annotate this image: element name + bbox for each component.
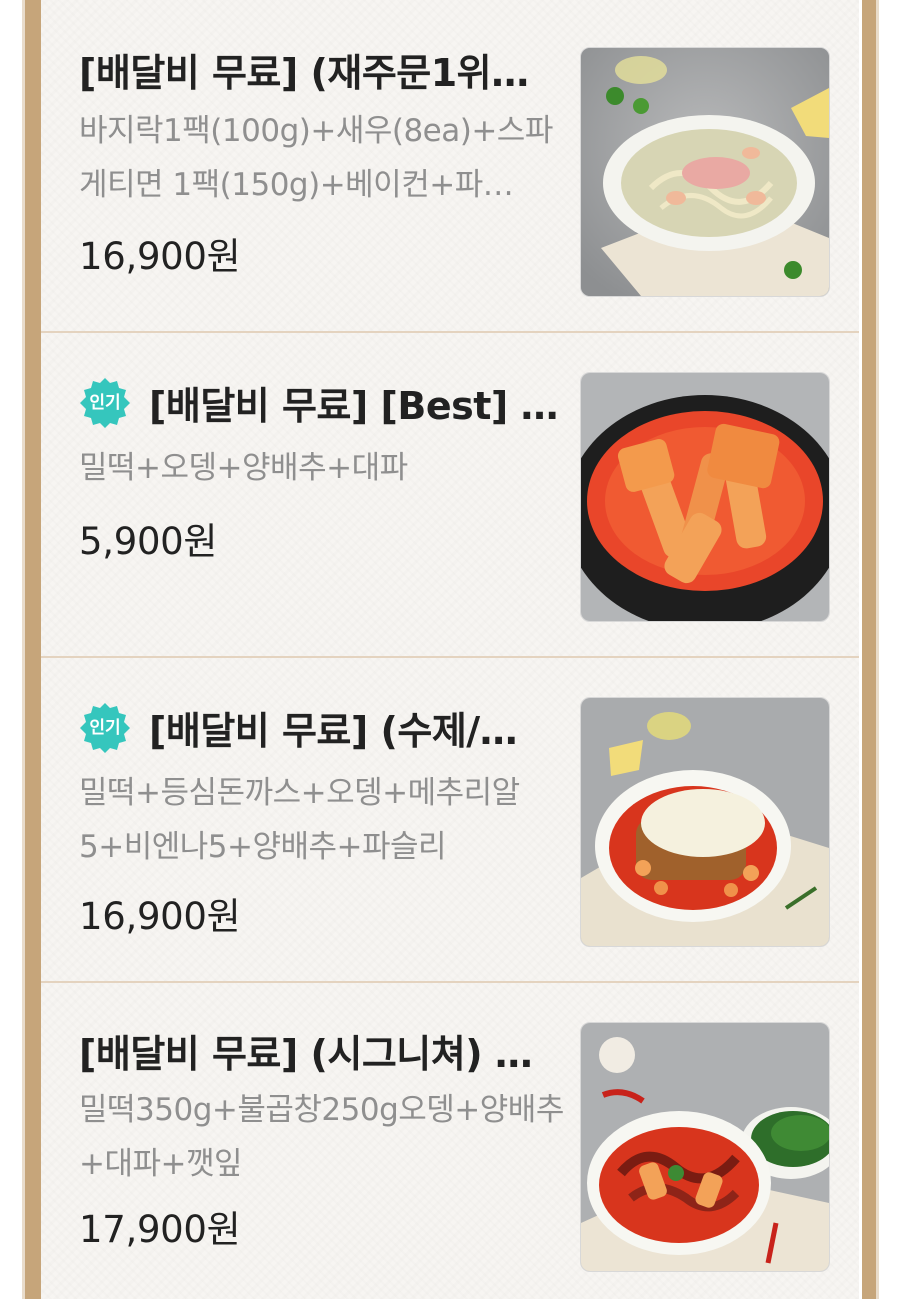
gopchang-tteokbokki-image[interactable] [580, 1022, 830, 1272]
menu-item-title: [배달비 무료] (재주문1위… [79, 51, 529, 95]
left-frame-border [22, 0, 41, 1299]
menu-item-description: 밀떡350g+불곱창250g오뎅+양배추+대파+깻잎 [79, 1092, 564, 1182]
cheese-cutlet-tteokbokki-image[interactable] [580, 697, 830, 947]
menu-item[interactable]: 인기 [배달비 무료] [Best] … 밀떡+오뎅+양배추+대파 5,900원 [41, 333, 859, 657]
popular-badge: 인기 [79, 702, 131, 754]
menu-item-price: 16,900원 [79, 895, 241, 938]
menu-item-description: 밀떡+오뎅+양배추+대파 [79, 450, 408, 486]
menu-item-title: [배달비 무료] (수제/… [149, 709, 518, 753]
menu-screen: [배달비 무료] (재주문1위… 바지락1팩(100g)+새우(8ea)+스파게… [0, 0, 900, 1299]
menu-item-description: 밀떡+등심돈까스+오뎅+메추리알5+비엔나5+양배추+파슬리 [79, 775, 520, 865]
popular-badge: 인기 [79, 377, 131, 429]
menu-item-title-row: [배달비 무료] (재주문1위… [79, 42, 529, 97]
tteokbokki-image[interactable] [580, 372, 830, 622]
menu-item[interactable]: [배달비 무료] (재주문1위… 바지락1팩(100g)+새우(8ea)+스파게… [41, 0, 859, 324]
menu-item-title-row: 인기 [배달비 무료] [Best] … [79, 375, 558, 430]
menu-item-title: [배달비 무료] [Best] … [149, 384, 558, 428]
menu-item-title-row: [배달비 무료] (시그니쳐) … [79, 1023, 533, 1078]
menu-item-price: 17,900원 [79, 1208, 241, 1251]
menu-item-title: [배달비 무료] (시그니쳐) … [79, 1032, 533, 1076]
menu-item[interactable]: [배달비 무료] (시그니쳐) … 밀떡350g+불곱창250g오뎅+양배추+대… [41, 983, 859, 1307]
menu-item-title-row: 인기 [배달비 무료] (수제/… [79, 700, 518, 755]
menu-item-price: 16,900원 [79, 235, 241, 278]
right-frame-border [862, 0, 879, 1299]
cream-pasta-image[interactable] [580, 47, 830, 297]
menu-item-description: 바지락1팩(100g)+새우(8ea)+스파게티면 1팩(150g)+베이컨+파… [79, 113, 553, 203]
menu-item-price: 5,900원 [79, 520, 218, 563]
menu-item[interactable]: 인기 [배달비 무료] (수제/… 밀떡+등심돈까스+오뎅+메추리알5+비엔나5… [41, 658, 859, 982]
